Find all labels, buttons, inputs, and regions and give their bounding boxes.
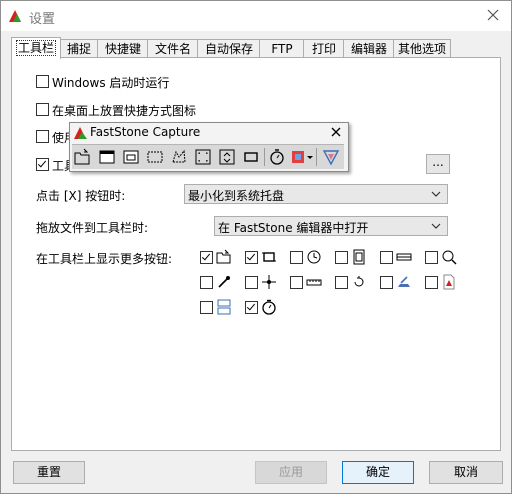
tab-toolbar[interactable]: 工具栏: [11, 37, 61, 59]
use-checkbox[interactable]: [36, 130, 49, 143]
settings-menu-icon[interactable]: [322, 148, 340, 166]
startup-label: Windows 启动时运行: [52, 76, 170, 90]
tab-ftp[interactable]: FTP: [259, 39, 305, 58]
tab-other-options[interactable]: 其他选项: [393, 39, 451, 58]
extra-checkbox-scroll[interactable]: [380, 251, 393, 264]
chevron-down-icon: [431, 223, 441, 229]
capture-rect-icon: [262, 252, 276, 262]
chevron-down-icon[interactable]: [306, 148, 314, 166]
click-x-select[interactable]: 最小化到系统托盘: [184, 184, 448, 204]
extra-checkbox-eyedropper[interactable]: [200, 276, 213, 289]
extra-checkbox-screen-split[interactable]: [200, 301, 213, 314]
extra-checkbox-open[interactable]: [200, 251, 213, 264]
capture-window-icon[interactable]: [98, 148, 116, 166]
faststone-app-icon: [9, 10, 21, 22]
extra-checkbox-draw[interactable]: [380, 276, 393, 289]
extra-checkbox-repeat[interactable]: [335, 276, 348, 289]
magnifier-icon: [442, 250, 457, 265]
tab-print[interactable]: 打印: [303, 39, 345, 58]
toolbar-checkbox[interactable]: [36, 158, 49, 171]
ok-button[interactable]: 确定: [342, 461, 414, 484]
desktop-shortcut-label: 在桌面上放置快捷方式图标: [52, 104, 197, 118]
pdf-icon: [443, 274, 455, 290]
separator: [264, 148, 265, 166]
tab-editor[interactable]: 编辑器: [343, 39, 395, 58]
close-icon[interactable]: [485, 7, 501, 23]
reset-button[interactable]: 重置: [13, 461, 85, 484]
drag-file-label: 拖放文件到工具栏时:: [36, 221, 149, 235]
tab-filename[interactable]: 文件名: [147, 39, 199, 58]
click-x-label: 点击 [X] 按钮时:: [36, 189, 126, 203]
capture-rect-icon[interactable]: [146, 148, 164, 166]
open-folder-icon[interactable]: [74, 148, 92, 166]
extra-checkbox-pdf[interactable]: [425, 276, 438, 289]
extra-checkbox-crosshair[interactable]: [245, 276, 258, 289]
faststone-logo-icon: [74, 127, 87, 139]
desktop-shortcut-checkbox[interactable]: [36, 103, 49, 116]
ruler-icon: [306, 279, 322, 286]
capture-freehand-icon[interactable]: [170, 148, 188, 166]
capture-object-icon[interactable]: [122, 148, 140, 166]
extra-checkbox-ruler[interactable]: [290, 276, 303, 289]
extra-checkbox-timer[interactable]: [290, 251, 303, 264]
startup-checkbox[interactable]: [36, 75, 49, 88]
scroll-bar-icon: [396, 253, 412, 261]
extra-checkbox-magnifier[interactable]: [425, 251, 438, 264]
repeat-icon: [354, 276, 364, 287]
film-icon: [353, 249, 365, 265]
capture-fullscreen-icon[interactable]: [194, 148, 212, 166]
tab-autosave[interactable]: 自动保存: [197, 39, 261, 58]
more-buttons-label: 在工具栏上显示更多按钮:: [36, 252, 173, 266]
toolbar-close-icon[interactable]: [330, 126, 342, 138]
separator: [316, 148, 317, 166]
timer-clock-icon: [307, 250, 321, 264]
more-button[interactable]: ...: [426, 154, 450, 174]
settings-window: 设置 工具栏 捕捉 快捷键 文件名 自动保存 FTP 打印 编辑器 其他选项 W…: [0, 0, 512, 494]
title-bar: 设置: [1, 1, 511, 31]
eyedropper-icon: [218, 276, 230, 288]
cancel-button[interactable]: 取消: [429, 461, 503, 484]
chevron-down-icon: [431, 191, 441, 197]
extra-checkbox-capture-rect[interactable]: [245, 251, 258, 264]
delay-timer-icon: [262, 299, 276, 315]
toolbar-button-strip: [72, 144, 344, 169]
extra-checkbox-film[interactable]: [335, 251, 348, 264]
open-folder-icon: [216, 249, 231, 264]
extra-checkbox-delay-timer[interactable]: [245, 301, 258, 314]
capture-fixed-region-icon[interactable]: [242, 148, 260, 166]
window-title: 设置: [29, 12, 56, 27]
capture-scrolling-icon[interactable]: [218, 148, 236, 166]
tab-hotkeys[interactable]: 快捷键: [97, 39, 149, 58]
draw-icon: [398, 276, 410, 287]
faststone-capture-toolbar[interactable]: FastStone Capture: [69, 122, 349, 172]
apply-button[interactable]: 应用: [255, 461, 327, 484]
delay-timer-icon[interactable]: [268, 148, 286, 166]
screen-split-icon: [217, 299, 231, 315]
crosshair-icon: [262, 275, 276, 289]
tab-capture[interactable]: 捕捉: [59, 39, 99, 58]
toolbar-title: FastStone Capture: [90, 125, 201, 139]
drag-file-select[interactable]: 在 FastStone 编辑器中打开: [214, 216, 448, 236]
toolbar-settings-panel: Windows 启动时运行 在桌面上放置快捷方式图标 使用 工具 ... 点击 …: [11, 57, 501, 451]
